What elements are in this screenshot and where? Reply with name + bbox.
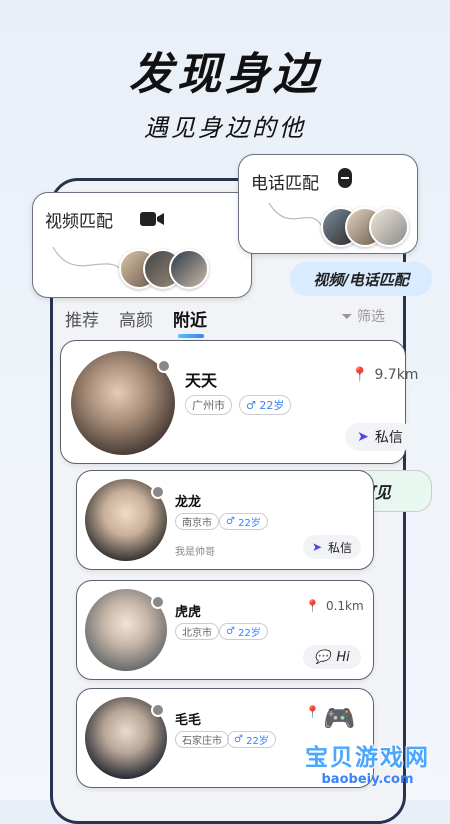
user-name: 龙龙 <box>175 495 202 510</box>
age-chip: ♂ 22岁 <box>227 731 276 748</box>
watermark-url: baobeiy.com <box>321 772 414 787</box>
user-name: 虎虎 <box>175 605 202 620</box>
male-icon: ♂ <box>226 516 235 527</box>
filter-button[interactable]: ⏷ 筛选 <box>341 306 385 326</box>
subline: 遇见身边的他 <box>144 114 306 142</box>
tab-bar: 推荐 高颜 附近 ⏷ 筛选 <box>65 306 385 331</box>
distance: 📍 0.1km <box>305 599 364 613</box>
age-label: 22岁 <box>238 518 261 529</box>
avatar <box>369 207 409 247</box>
distance-value: 9.7km <box>374 367 419 383</box>
user-name: 天天 <box>185 371 218 390</box>
online-status-dot <box>151 703 165 717</box>
tab-looks[interactable]: 高颜 <box>119 306 153 331</box>
location-pin-icon: 📍 <box>351 367 369 383</box>
user-card[interactable]: 龙龙 南京市 ♂ 22岁 我是帅哥 ➤ 私信 <box>76 470 374 570</box>
online-status-dot <box>157 359 171 373</box>
message-label: 私信 <box>328 540 353 555</box>
male-icon: ♂ <box>246 398 256 412</box>
distance: 📍 9.7km <box>351 367 418 383</box>
headline: 发现身边 <box>129 49 321 100</box>
user-bio: 我是帅哥 <box>175 547 215 558</box>
city-chip: 南京市 <box>175 513 219 530</box>
city-chip: 广州市 <box>185 395 232 415</box>
location-pin-icon: 📍 <box>305 705 320 719</box>
send-icon: ➤ <box>311 540 323 554</box>
video-match-bubble[interactable]: 视频匹配 <box>32 192 252 298</box>
gamepad-icon: 🎮 <box>323 704 356 734</box>
male-icon: ♂ <box>234 734 243 745</box>
tab-recommend[interactable]: 推荐 <box>65 306 99 331</box>
active-tab-indicator <box>178 334 204 338</box>
city-chip: 石家庄市 <box>175 731 229 748</box>
online-status-dot <box>151 595 165 609</box>
age-chip: ♂ 22岁 <box>219 513 268 530</box>
city-chip: 北京市 <box>175 623 219 640</box>
phone-match-bubble[interactable]: 电话匹配 <box>238 154 418 254</box>
location-pin-icon: 📍 <box>305 599 320 613</box>
user-card[interactable]: 虎虎 北京市 ♂ 22岁 📍 0.1km 💬 Hi <box>76 580 374 680</box>
user-name: 毛毛 <box>175 713 202 728</box>
message-label: 私信 <box>374 430 403 446</box>
avatar <box>169 249 209 289</box>
age-chip: ♂ 22岁 <box>219 623 268 640</box>
age-chip: ♂ 22岁 <box>239 395 292 415</box>
distance-value: 0.1km <box>325 599 364 613</box>
age-label: 22岁 <box>259 399 285 412</box>
age-label: 22岁 <box>238 628 261 639</box>
hi-label: Hi <box>336 649 350 665</box>
watermark: 🎮 宝贝游戏网 baobeiy.com <box>305 704 430 787</box>
match-feature-tag: 视频/电话匹配 <box>290 262 432 296</box>
message-button[interactable]: ➤ 私信 <box>303 535 361 559</box>
male-icon: ♂ <box>226 626 235 637</box>
watermark-title: 宝贝游戏网 <box>305 745 430 771</box>
message-button[interactable]: ➤ 私信 <box>345 423 415 451</box>
hi-button[interactable]: 💬 Hi <box>303 645 361 669</box>
filter-label: 筛选 <box>357 309 385 325</box>
online-status-dot <box>151 485 165 499</box>
filter-icon: ⏷ <box>341 309 353 325</box>
tab-nearby[interactable]: 附近 <box>173 306 207 331</box>
age-label: 22岁 <box>246 736 269 747</box>
send-icon: ➤ <box>357 429 369 445</box>
user-card[interactable]: 天天 广州市 ♂ 22岁 📍 9.7km ➤ 私信 <box>60 340 418 464</box>
chat-icon: 💬 <box>314 649 331 665</box>
